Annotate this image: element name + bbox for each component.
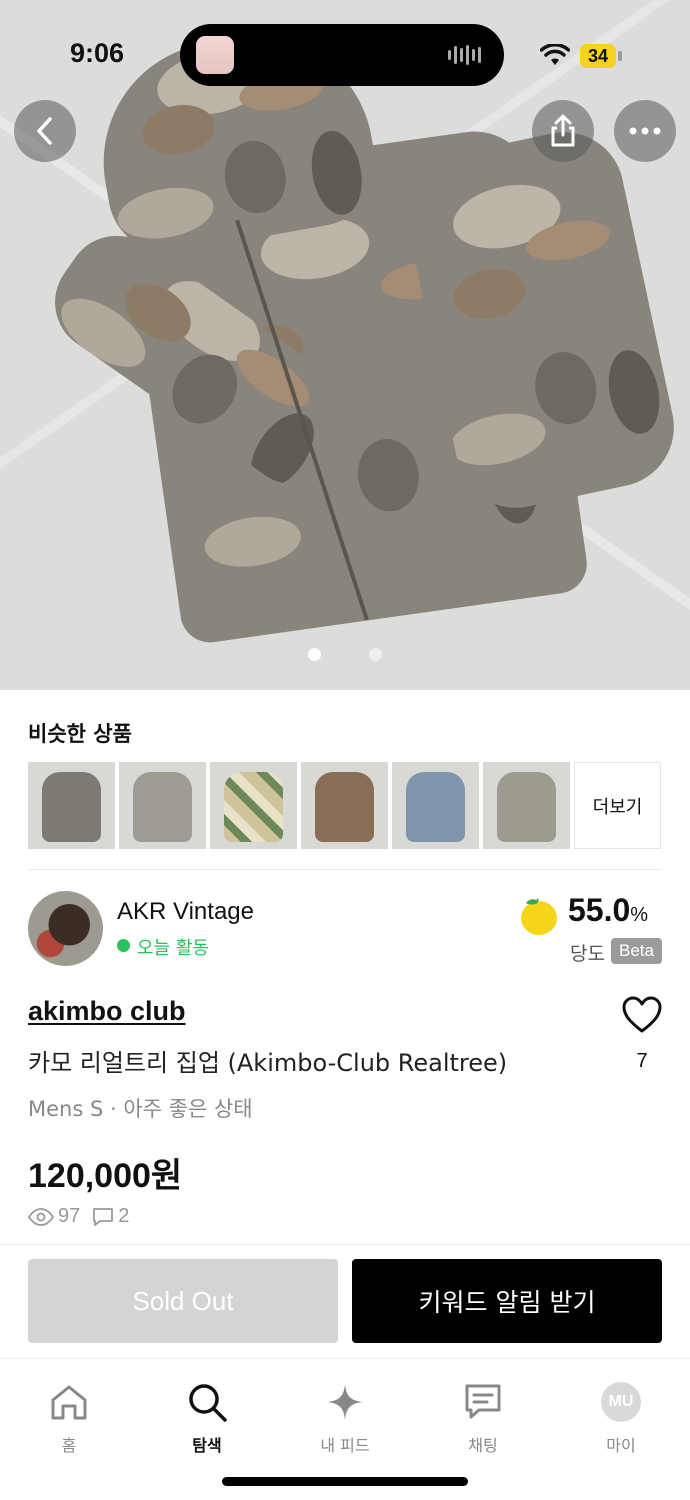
product-meta: Mens S · 아주 좋은 상태 xyxy=(28,1097,253,1121)
tab-label: 탐색 xyxy=(192,1436,222,1455)
similar-item-image xyxy=(406,772,465,842)
tab-label: 마이 xyxy=(606,1436,636,1455)
tab-label: 홈 xyxy=(61,1436,77,1455)
seller-avatar[interactable] xyxy=(28,891,103,966)
action-divider xyxy=(0,1244,690,1245)
status-time: 9:06 xyxy=(70,38,125,68)
share-icon xyxy=(551,114,575,147)
bottom-tab-bar: 홈 탐색 내 피드 채팅 MU 마이 xyxy=(0,1370,690,1456)
tab-chat[interactable]: 채팅 xyxy=(414,1370,552,1456)
product-price: 120,000원 xyxy=(28,1157,183,1195)
home-indicator xyxy=(222,1477,468,1486)
similar-items-title: 비슷한 상품 xyxy=(28,722,132,746)
lemon-icon xyxy=(521,898,557,935)
similar-item[interactable] xyxy=(28,762,115,849)
similar-item-image xyxy=(42,772,101,842)
battery-indicator: 34 xyxy=(580,44,616,68)
chat-icon xyxy=(465,1384,501,1419)
similar-item[interactable] xyxy=(483,762,570,849)
pagination-dot-active[interactable] xyxy=(308,648,321,661)
heart-icon[interactable] xyxy=(622,996,662,1034)
image-pagination xyxy=(0,648,690,661)
profile-avatar: MU xyxy=(601,1382,641,1422)
sweetness-label: 당도 xyxy=(570,943,605,965)
search-icon xyxy=(189,1384,227,1422)
eye-icon xyxy=(28,1207,54,1226)
battery-nub xyxy=(618,51,622,61)
section-divider xyxy=(28,869,662,870)
view-count: 97 xyxy=(58,1205,81,1227)
sweetness-score: 55.0% xyxy=(568,892,648,929)
keyword-alert-button[interactable]: 키워드 알림 받기 xyxy=(352,1259,662,1343)
more-options-button[interactable] xyxy=(614,100,676,162)
sparkle-icon xyxy=(327,1384,363,1420)
similar-item[interactable] xyxy=(392,762,479,849)
similar-item[interactable] xyxy=(210,762,297,849)
similar-item-image xyxy=(224,772,283,842)
product-stats: 97 2 xyxy=(28,1205,129,1228)
product-image[interactable]: 9:06 34 xyxy=(0,0,690,690)
sold-out-button: Sold Out xyxy=(28,1259,338,1343)
tab-search[interactable]: 탐색 xyxy=(138,1370,276,1456)
similar-item[interactable] xyxy=(119,762,206,849)
comment-count: 2 xyxy=(118,1205,130,1227)
similar-more-button[interactable]: 더보기 xyxy=(574,762,661,849)
tab-divider xyxy=(0,1358,690,1359)
seller-name[interactable]: AKR Vintage xyxy=(117,898,254,926)
tab-my[interactable]: MU 마이 xyxy=(552,1370,690,1456)
similar-item-image xyxy=(497,772,556,842)
back-button[interactable] xyxy=(14,100,76,162)
audio-wave-icon xyxy=(448,44,486,66)
share-button[interactable] xyxy=(532,100,594,162)
similar-item-image xyxy=(133,772,192,842)
similar-item[interactable] xyxy=(301,762,388,849)
similar-items-row: 더보기 xyxy=(28,762,661,849)
tab-label: 내 피드 xyxy=(320,1436,370,1455)
ellipsis-icon xyxy=(629,127,661,135)
tab-label: 채팅 xyxy=(468,1436,498,1455)
sweetness-unit: % xyxy=(630,904,649,926)
similar-item-image xyxy=(315,772,374,842)
dynamic-island[interactable] xyxy=(180,24,504,86)
brand-link[interactable]: akimbo club xyxy=(28,996,186,1027)
active-status-dot xyxy=(117,939,130,952)
sweetness-value: 55.0 xyxy=(568,892,631,928)
now-playing-thumbnail xyxy=(196,36,234,74)
chevron-left-icon xyxy=(37,117,52,145)
tab-home[interactable]: 홈 xyxy=(0,1370,138,1456)
like-count: 7 xyxy=(636,1050,648,1072)
wifi-icon xyxy=(540,44,570,65)
home-icon xyxy=(51,1385,87,1420)
pagination-dot[interactable] xyxy=(369,648,382,661)
beta-badge: Beta xyxy=(611,938,662,964)
comment-icon xyxy=(93,1207,114,1226)
product-title: 카모 리얼트리 집업 (Akimbo-Club Realtree) xyxy=(28,1049,508,1077)
seller-activity: 오늘 활동 xyxy=(137,938,209,959)
tab-my-feed[interactable]: 내 피드 xyxy=(276,1370,414,1456)
